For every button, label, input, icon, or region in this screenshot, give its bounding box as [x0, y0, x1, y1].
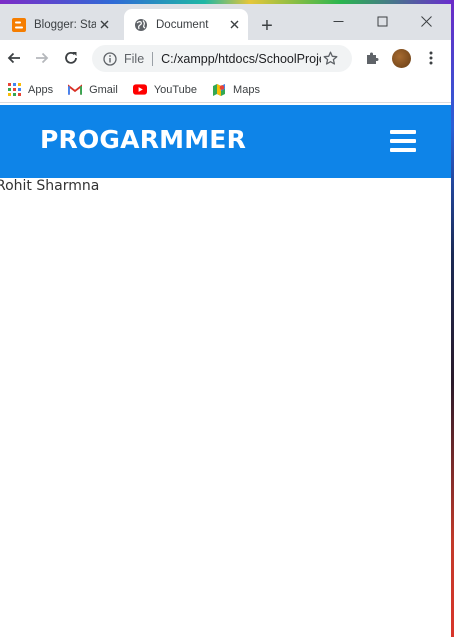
- bookmarks-bar: Apps Gmail YouTube Maps: [0, 77, 451, 103]
- plus-icon: +: [261, 14, 273, 37]
- bookmark-gmail[interactable]: Gmail: [68, 83, 118, 97]
- extensions-button[interactable]: [362, 48, 382, 68]
- browser-window: Blogger: Stats Document +: [0, 0, 454, 637]
- browser-toolbar: File C:/xampp/htdocs/SchoolProject/index…: [0, 40, 451, 77]
- bookmark-label: Maps: [233, 83, 260, 96]
- tab-title: Blogger: Stats: [34, 18, 96, 31]
- close-tab-icon[interactable]: [226, 17, 242, 33]
- puzzle-icon: [367, 52, 379, 64]
- profile-avatar[interactable]: [392, 49, 411, 68]
- arrow-left-icon: [7, 52, 20, 64]
- youtube-icon: [132, 83, 147, 97]
- window-controls: [316, 8, 448, 34]
- bookmark-apps[interactable]: Apps: [7, 83, 53, 97]
- site-brand[interactable]: PROGARMMER: [40, 125, 246, 154]
- maximize-icon: [377, 16, 387, 26]
- page-body-text: Rohit Sharmna: [0, 178, 100, 194]
- tab-blogger[interactable]: Blogger: Stats: [4, 9, 122, 40]
- hamburger-menu-icon[interactable]: [390, 130, 416, 152]
- tab-title: Document: [156, 18, 209, 31]
- address-divider: [152, 51, 154, 66]
- minimize-icon: [333, 20, 343, 22]
- info-icon[interactable]: [102, 51, 118, 67]
- globe-icon: [134, 18, 148, 32]
- url-scheme-label: File: [124, 51, 145, 66]
- more-vertical-icon: [429, 51, 433, 65]
- maps-icon: [212, 83, 226, 97]
- bookmark-label: Gmail: [89, 83, 118, 96]
- page-viewport: PROGARMMER Rohit Sharmna: [0, 104, 451, 637]
- site-header: PROGARMMER: [0, 105, 451, 178]
- new-tab-button[interactable]: +: [257, 14, 277, 37]
- maximize-button[interactable]: [360, 8, 404, 34]
- blogger-icon: [12, 17, 26, 32]
- tab-document[interactable]: Document: [124, 9, 248, 40]
- close-tab-icon[interactable]: [96, 17, 112, 33]
- arrow-right-icon: [36, 52, 49, 64]
- browser-menu-button[interactable]: [421, 48, 441, 68]
- address-bar[interactable]: File C:/xampp/htdocs/SchoolProject/index…: [92, 45, 352, 72]
- apps-grid-icon: [7, 83, 21, 97]
- reload-icon: [65, 51, 77, 64]
- bookmark-star-icon[interactable]: [321, 50, 339, 68]
- tab-strip: Blogger: Stats Document +: [0, 4, 451, 40]
- close-window-button[interactable]: [404, 8, 448, 34]
- minimize-button[interactable]: [316, 8, 360, 34]
- bookmark-maps[interactable]: Maps: [212, 83, 260, 97]
- close-icon: [420, 15, 432, 27]
- bookmark-label: Apps: [28, 83, 54, 96]
- reload-button[interactable]: [61, 48, 81, 68]
- bookmark-youtube[interactable]: YouTube: [132, 83, 198, 97]
- url-text[interactable]: C:/xampp/htdocs/SchoolProject/index.html: [161, 52, 321, 66]
- forward-button[interactable]: [32, 48, 52, 68]
- bookmark-label: YouTube: [153, 83, 198, 96]
- back-button[interactable]: [4, 48, 24, 68]
- gmail-icon: [68, 83, 83, 97]
